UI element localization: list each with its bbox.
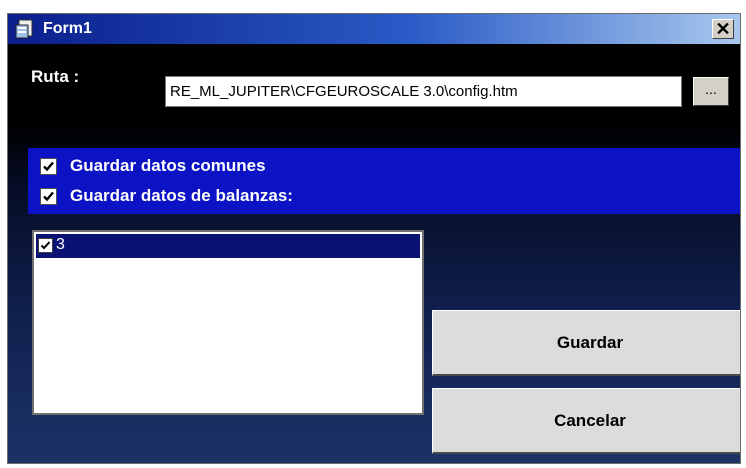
scales-data-checkbox[interactable] [40,187,57,205]
save-button[interactable]: Guardar [432,310,740,376]
list-item[interactable]: 3 [36,234,420,258]
list-item-label: 3 [56,236,65,253]
scales-data-label: Guardar datos de balanzas: [70,186,293,205]
title-bar[interactable]: Form1 ✕ [8,14,740,44]
checkmark-icon [43,191,54,201]
window-title: Form1 [43,20,92,37]
options-panel: Guardar datos comunes Guardar datos de b… [28,148,740,214]
option-save-common[interactable]: Guardar datos comunes [40,154,266,178]
form-window: Form1 ✕ Ruta : ... Guardar datos comunes… [7,13,741,464]
ruta-label: Ruta : [31,67,80,86]
close-button[interactable]: ✕ [712,19,734,39]
cancel-button[interactable]: Cancelar [432,388,740,454]
option-save-scales[interactable]: Guardar datos de balanzas: [40,184,293,208]
close-icon: ✕ [715,19,731,39]
checkmark-icon [43,161,54,171]
browse-button[interactable]: ... [693,77,729,106]
common-data-label: Guardar datos comunes [70,156,266,175]
app-icon [15,19,33,39]
scales-checklist[interactable]: 3 [32,230,424,415]
common-data-checkbox[interactable] [40,157,57,175]
checkmark-icon [40,241,51,250]
list-item-checkbox[interactable] [38,238,53,253]
path-input[interactable] [165,76,682,107]
